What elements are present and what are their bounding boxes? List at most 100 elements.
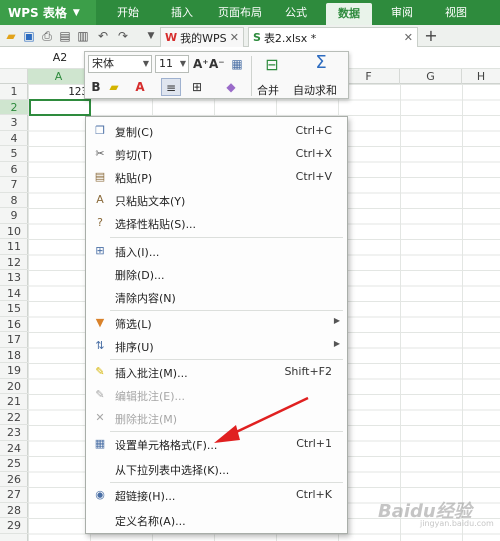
doc-tab-sheet[interactable]: S 表2.xlsx * ✕	[248, 27, 418, 47]
row-header[interactable]: 26	[0, 472, 28, 487]
bold-icon[interactable]: B	[89, 78, 103, 96]
row-header[interactable]: 1	[0, 84, 28, 100]
column-header[interactable]: G	[400, 69, 462, 84]
tab-page-layout[interactable]: 页面布局	[212, 0, 268, 25]
merge-cells-icon[interactable]: ⊟	[261, 56, 283, 74]
select-all-corner[interactable]	[0, 69, 28, 84]
font-size-select[interactable]: 11 ▼	[155, 55, 189, 73]
tab-review[interactable]: 审阅	[382, 0, 422, 25]
row-header[interactable]: 2	[0, 99, 28, 115]
open-folder-icon[interactable]: ▰	[4, 29, 18, 43]
menu-item-insert[interactable]: ⊞ 插入(I)...	[87, 240, 346, 262]
menu-item-format-cells[interactable]: ▦ 设置单元格格式(F)... Ctrl+1	[87, 433, 346, 455]
tab-formulas[interactable]: 公式	[276, 0, 316, 25]
row-header[interactable]: 15	[0, 301, 28, 317]
name-box[interactable]: A2	[30, 51, 90, 64]
row-header[interactable]: 29	[0, 518, 28, 534]
align-center-icon[interactable]: ≡	[161, 78, 181, 96]
row-header[interactable]: 21	[0, 394, 28, 410]
new-tab-button[interactable]: +	[424, 28, 438, 44]
row-header[interactable]: 7	[0, 177, 28, 193]
doc-tab-my-wps[interactable]: W 我的WPS ✕	[160, 27, 244, 47]
column-header[interactable]: H	[462, 69, 500, 84]
row-header[interactable]: 24	[0, 441, 28, 456]
menu-item-label: 设置单元格格式(F)...	[115, 439, 218, 452]
tab-home[interactable]: 开始	[108, 0, 148, 25]
menu-item-paste-special[interactable]: ? 选择性粘贴(S)...	[87, 212, 346, 234]
menu-item-shortcut: Ctrl+X	[295, 147, 332, 160]
borders-icon[interactable]: ⊞	[189, 78, 205, 96]
row-header[interactable]: 20	[0, 379, 28, 394]
row-header[interactable]: 11	[0, 239, 28, 255]
clear-format-icon[interactable]: ◆	[223, 78, 239, 96]
selected-cell-a2[interactable]	[29, 99, 91, 116]
row-header[interactable]: 4	[0, 131, 28, 146]
menu-item-cut[interactable]: ✂ 剪切(T) Ctrl+X	[87, 143, 346, 165]
menu-item-edit-comment[interactable]: ✎ 编辑批注(E)...	[87, 384, 346, 406]
row-header[interactable]: 27	[0, 487, 28, 503]
font-name-select[interactable]: 宋体 ▼	[88, 55, 152, 73]
menu-item-insert-comment[interactable]: ✎ 插入批注(M)... Shift+F2	[87, 361, 346, 383]
row-header[interactable]: 3	[0, 115, 28, 131]
menu-item-pick-from-list[interactable]: 从下拉列表中选择(K)...	[87, 458, 346, 480]
menu-item-delete[interactable]: 删除(D)...	[87, 263, 346, 285]
row-header[interactable]: 9	[0, 208, 28, 224]
menu-separator	[110, 310, 343, 311]
print-icon[interactable]: ⎙	[40, 29, 54, 43]
row-header[interactable]: 18	[0, 348, 28, 363]
close-icon[interactable]: ✕	[404, 31, 413, 44]
redo-icon[interactable]: ↷	[116, 29, 130, 43]
merge-button[interactable]: 合并	[257, 82, 279, 98]
menu-item-define-name[interactable]: 定义名称(A)...	[87, 509, 346, 531]
menu-item-filter[interactable]: ▼ 筛选(L) ▶	[87, 312, 346, 334]
row-header[interactable]: 23	[0, 425, 28, 441]
cell-a1[interactable]: 123	[30, 84, 90, 99]
menu-item-copy[interactable]: ❐ 复制(C) Ctrl+C	[87, 120, 346, 142]
menu-item-label: 选择性粘贴(S)...	[115, 218, 197, 231]
row-header[interactable]: 25	[0, 456, 28, 472]
menu-item-paste[interactable]: ▤ 粘贴(P) Ctrl+V	[87, 166, 346, 188]
menu-item-label: 排序(U)	[115, 341, 154, 354]
comment-insert-icon: ✎	[95, 365, 105, 378]
menu-item-delete-comment[interactable]: ✕ 删除批注(M)	[87, 407, 346, 429]
menu-item-paste-text-only[interactable]: A 只粘贴文本(Y)	[87, 189, 346, 211]
tab-data[interactable]: 数据	[326, 3, 372, 25]
autosum-button[interactable]: 自动求和	[293, 82, 337, 98]
menu-item-clear-contents[interactable]: 清除内容(N)	[87, 286, 346, 308]
customize-dropdown-icon[interactable]: ▼	[144, 29, 158, 43]
row-header[interactable]: 17	[0, 332, 28, 348]
tab-view[interactable]: 视图	[436, 0, 476, 25]
autosum-icon[interactable]: Σ	[311, 54, 331, 72]
row-header[interactable]: 5	[0, 146, 28, 162]
row-headers: 1 2 3 4 5 6 7 8 9 10 11 12 13 14 15 16 17 18 19 20 21 22 23 24 2…	[0, 84, 28, 541]
decrease-font-size-icon[interactable]: A⁻	[209, 55, 225, 73]
undo-icon[interactable]: ↶	[96, 29, 110, 43]
menu-item-label: 编辑批注(E)...	[115, 390, 186, 403]
app-menu-button[interactable]: WPS 表格 ▼	[0, 0, 96, 25]
row-header[interactable]: 8	[0, 193, 28, 208]
tab-insert[interactable]: 插入	[162, 0, 202, 25]
save-icon[interactable]: ▣	[22, 29, 36, 43]
format-painter-icon[interactable]: ▦	[229, 55, 245, 73]
menu-item-sort[interactable]: ⇅ 排序(U) ▶	[87, 335, 346, 357]
row-header[interactable]: 16	[0, 317, 28, 332]
menu-item-hyperlink[interactable]: ◉ 超链接(H)... Ctrl+K	[87, 484, 346, 506]
row-header[interactable]: 19	[0, 363, 28, 379]
mini-format-toolbar: 宋体 ▼ 11 ▼ A⁺ A⁻ ▦ B ▰ A ≡ ⊞ ◆ ⊟ 合并 Σ 自动求…	[84, 51, 349, 99]
row-header[interactable]: 28	[0, 503, 28, 518]
row-header[interactable]: 22	[0, 410, 28, 425]
row-header[interactable]: 13	[0, 270, 28, 286]
row-header[interactable]: 6	[0, 162, 28, 177]
print-preview-icon[interactable]: ▤	[58, 29, 72, 43]
increase-font-size-icon[interactable]: A⁺	[193, 55, 209, 73]
row-header[interactable]: 12	[0, 255, 28, 270]
fill-color-icon[interactable]: ▰	[105, 78, 123, 96]
hyperlink-icon: ◉	[95, 488, 105, 501]
font-color-icon[interactable]: A	[133, 78, 147, 96]
paste-special-icon: ?	[97, 216, 103, 229]
row-header[interactable]: 14	[0, 286, 28, 301]
close-icon[interactable]: ✕	[230, 31, 239, 44]
column-header[interactable]: A	[28, 69, 90, 84]
export-pdf-icon[interactable]: ▥	[76, 29, 90, 43]
row-header[interactable]: 10	[0, 224, 28, 239]
